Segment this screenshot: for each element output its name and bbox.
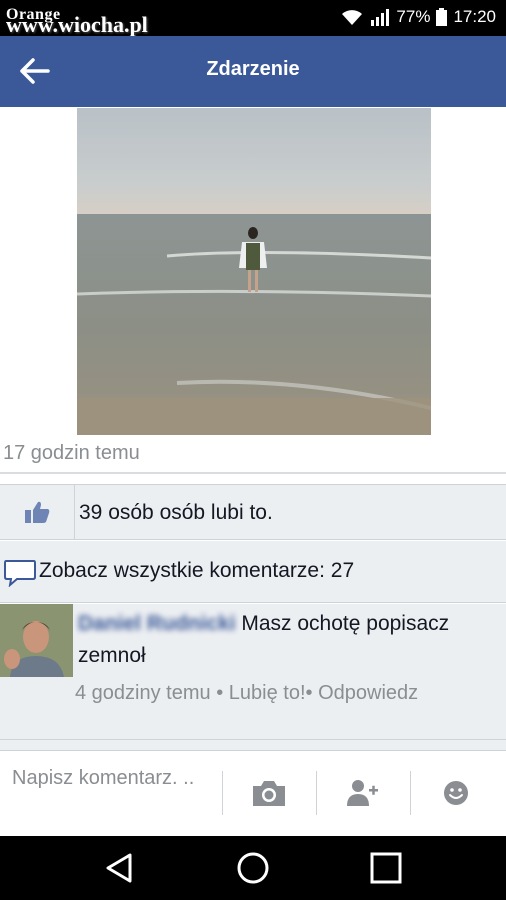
comment-bubble-icon xyxy=(4,560,36,587)
comment-reply-link[interactable]: Odpowiedz xyxy=(318,682,418,704)
home-circle-icon xyxy=(237,852,269,884)
comment-input[interactable]: Napisz komentarz. .. xyxy=(12,763,217,829)
comment-item: Daniel Rudnicki Masz ochotę popisacz zem… xyxy=(0,604,506,740)
likes-count-text[interactable]: 39 osób osób lubi to. xyxy=(79,501,273,525)
system-nav-bar xyxy=(0,836,506,900)
nav-recents-button[interactable] xyxy=(366,850,406,886)
divider xyxy=(222,771,223,815)
divider xyxy=(316,771,317,815)
comment-meta: 4 godziny temu • Lubię to!• Odpowiedz xyxy=(75,682,418,705)
like-button[interactable] xyxy=(0,485,75,539)
next-comment-peek xyxy=(0,740,506,750)
recents-square-icon xyxy=(370,852,402,884)
battery-percent: 77% xyxy=(396,7,431,26)
comment-body: Daniel Rudnicki Masz ochotę popisacz zem… xyxy=(78,608,498,672)
divider xyxy=(410,771,411,815)
add-friend-icon xyxy=(347,780,378,806)
emoji-button[interactable] xyxy=(426,771,486,815)
clock: 17:20 xyxy=(453,7,496,26)
camera-button[interactable] xyxy=(239,771,299,815)
back-triangle-icon xyxy=(106,853,132,883)
status-icons: 77% 17:20 xyxy=(340,7,496,27)
view-comments-label: Zobacz wszystkie komentarze: 27 xyxy=(39,559,355,582)
wifi-icon xyxy=(342,10,363,25)
post-timestamp: 17 godzin temu xyxy=(3,442,140,464)
avatar[interactable] xyxy=(0,604,73,677)
thumbs-up-icon xyxy=(25,501,50,523)
comment-author[interactable]: Daniel Rudnicki xyxy=(78,612,236,635)
emoji-icon xyxy=(444,781,468,805)
battery-icon xyxy=(436,8,448,26)
nav-home-button[interactable] xyxy=(233,850,273,886)
view-all-comments[interactable]: Zobacz wszystkie komentarze: 27 xyxy=(0,541,506,603)
camera-icon xyxy=(253,781,285,806)
app-bar: Zdarzenie xyxy=(0,36,506,107)
tag-friend-button[interactable] xyxy=(333,771,393,815)
page-title: Zdarzenie xyxy=(206,58,300,80)
signal-icon xyxy=(371,9,390,26)
comment-composer: Napisz komentarz. .. xyxy=(0,750,506,836)
watermark: www.wiocha.pl xyxy=(6,12,148,37)
nav-back-button[interactable] xyxy=(99,850,139,886)
divider xyxy=(0,472,506,474)
comment-time: 4 godziny temu xyxy=(75,682,211,704)
comment-like-link[interactable]: Lubię to! xyxy=(229,682,306,704)
status-bar: Orange www.wiocha.pl 77% 17:20 xyxy=(0,0,506,37)
likes-row: 39 osób osób lubi to. xyxy=(0,484,506,540)
meta-separator: • xyxy=(216,682,224,704)
post-photo[interactable] xyxy=(77,108,431,435)
meta-separator: • xyxy=(305,682,313,704)
